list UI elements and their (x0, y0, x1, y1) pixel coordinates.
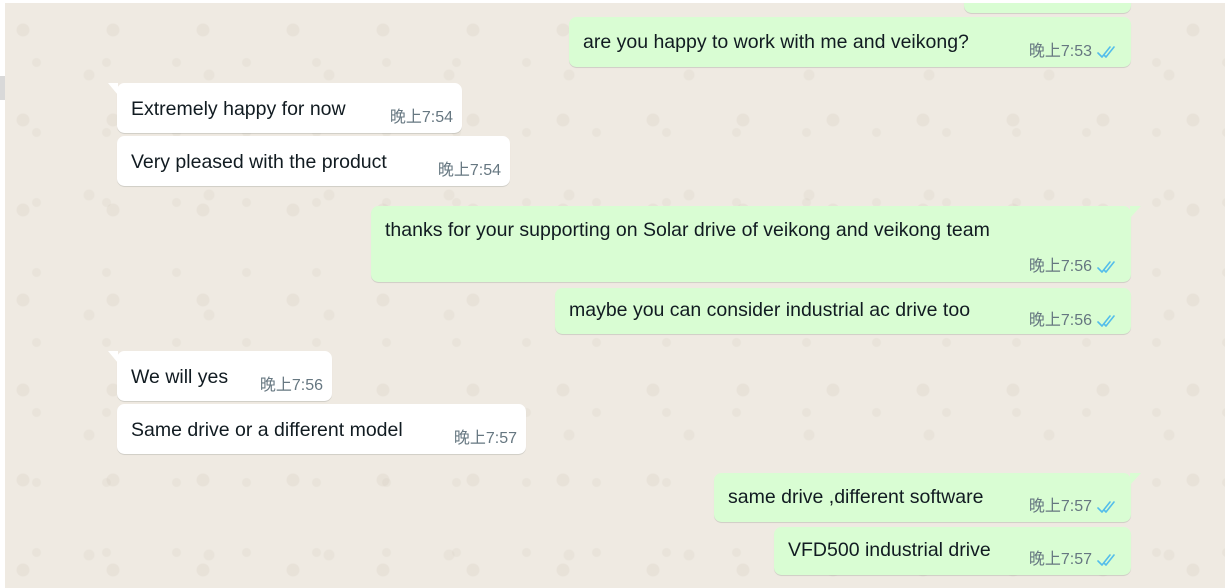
double-check-read-icon (1097, 554, 1115, 566)
double-check-read-icon (1097, 315, 1115, 327)
message-text: same drive ,different software (728, 486, 984, 508)
message-bubble-outgoing[interactable]: thanks for your supporting on Solar driv… (371, 206, 1141, 282)
window-edge-marker (0, 76, 5, 100)
message-time: 晚上7:57 (1028, 551, 1092, 568)
message-time: 晚上7:57 (453, 430, 517, 447)
message-bubble-incoming[interactable]: Same drive or a different model 晚上7:57 (117, 404, 526, 454)
message-meta: 晚上7:57 (1029, 551, 1119, 569)
message-meta: 晚上7:53 (1029, 43, 1119, 61)
double-check-read-icon (1097, 261, 1115, 273)
message-meta: 晚上7:54 (438, 162, 501, 180)
message-time: 晚上7:56 (259, 377, 323, 394)
message-bubble-outgoing[interactable]: VFD500 industrial drive 晚上7:57 (774, 527, 1131, 575)
message-text: thanks for your supporting on Solar driv… (385, 219, 990, 241)
message-text: VFD500 industrial drive (788, 539, 991, 561)
message-meta: 晚上7:57 (1029, 498, 1119, 516)
message-time: 晚上7:57 (1028, 498, 1092, 515)
message-meta: 晚上7:54 (390, 109, 453, 127)
message-time: 晚上7:54 (437, 162, 501, 179)
message-bubble-incoming[interactable]: Extremely happy for now 晚上7:54 (108, 83, 462, 133)
message-time: 晚上7:53 (1028, 43, 1092, 60)
message-bubble-incoming[interactable]: We will yes 晚上7:56 (108, 351, 332, 401)
message-meta: 晚上7:56 (260, 377, 323, 395)
message-time: 晚上7:56 (1028, 312, 1092, 329)
message-text: maybe you can consider industrial ac dri… (569, 299, 971, 321)
message-bubble-incoming[interactable]: Very pleased with the product 晚上7:54 (117, 136, 510, 186)
message-meta: 晚上7:57 (454, 430, 517, 448)
message-text: Same drive or a different model (131, 419, 403, 441)
message-text: We will yes (131, 366, 229, 388)
message-time: 晚上7:54 (389, 109, 453, 126)
message-bubble-outgoing[interactable]: maybe you can consider industrial ac dri… (555, 288, 1131, 334)
double-check-read-icon (1097, 501, 1115, 513)
chat-background[interactable]: are you happy to work with me and veikon… (5, 3, 1229, 588)
message-meta: 晚上7:56 (1029, 258, 1119, 276)
message-text: are you happy to work with me and veikon… (583, 31, 969, 53)
message-bubble-partial[interactable] (964, 3, 1131, 13)
scrollbar-track[interactable] (1225, 3, 1229, 588)
message-time: 晚上7:56 (1028, 258, 1092, 275)
message-bubble-outgoing[interactable]: same drive ,different software 晚上7:57 (714, 473, 1141, 522)
message-text: Extremely happy for now (131, 98, 346, 120)
message-bubble-outgoing[interactable]: are you happy to work with me and veikon… (569, 17, 1131, 67)
message-text: Very pleased with the product (131, 151, 387, 173)
double-check-read-icon (1097, 46, 1115, 58)
message-meta: 晚上7:56 (1029, 312, 1119, 330)
